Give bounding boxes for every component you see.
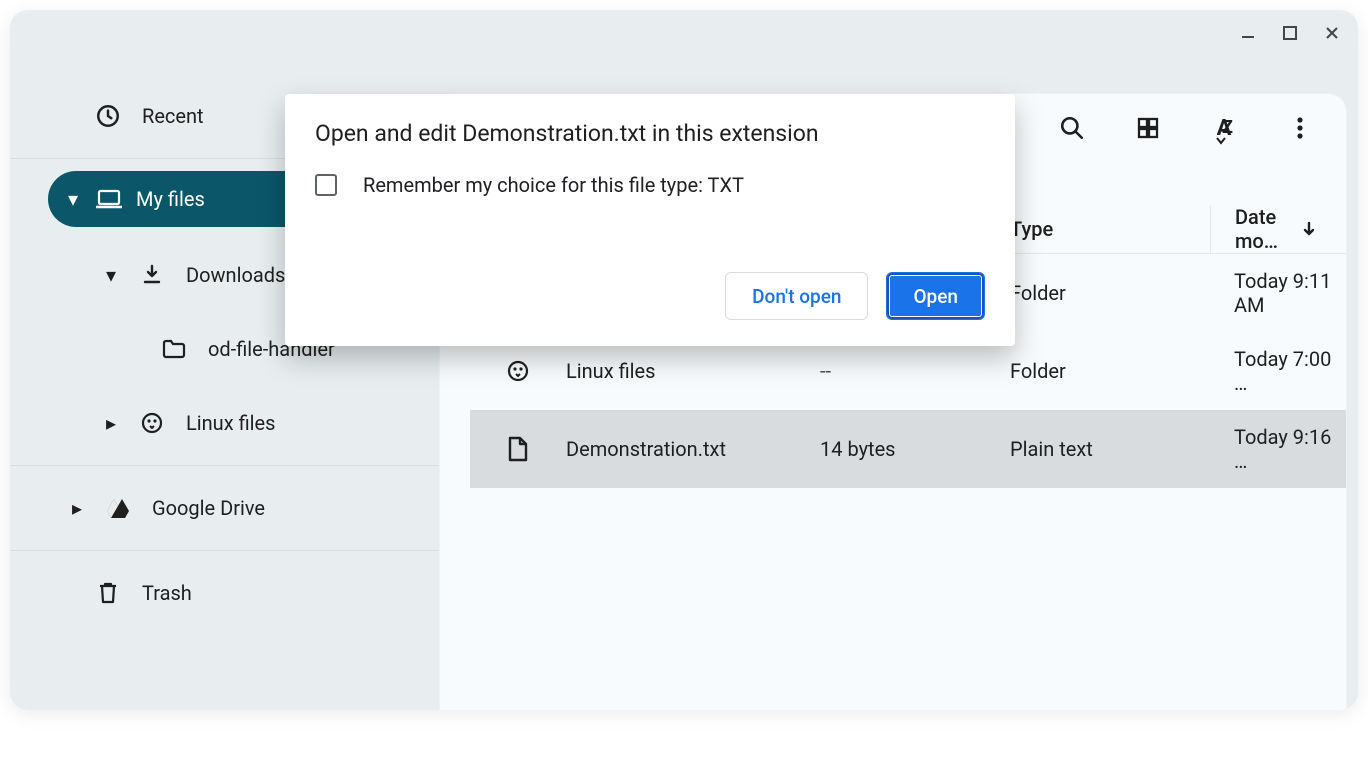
window-titlebar: [10, 10, 1358, 56]
file-icon: [470, 436, 566, 462]
file-date: Today 7:00 …: [1210, 347, 1346, 395]
chevron-right-icon: ▸: [70, 496, 84, 520]
column-date-label: Date mo…: [1235, 205, 1290, 253]
toolbar: AZ: [1058, 114, 1314, 142]
remember-choice-label: Remember my choice for this file type: T…: [363, 173, 744, 197]
dont-open-button[interactable]: Don't open: [725, 272, 868, 320]
sidebar-item-linux-files[interactable]: ▸ Linux files: [10, 393, 440, 453]
sidebar-label: Recent: [142, 104, 204, 128]
table-row[interactable]: Demonstration.txt 14 bytes Plain text To…: [470, 410, 1346, 488]
maximize-button[interactable]: [1282, 25, 1298, 41]
sidebar-label: Linux files: [186, 411, 275, 435]
dialog-buttons: Don't open Open: [725, 272, 985, 320]
checkbox-icon[interactable]: [315, 174, 337, 196]
search-icon[interactable]: [1058, 114, 1086, 142]
more-icon[interactable]: [1286, 114, 1314, 142]
download-icon: [138, 263, 166, 287]
file-date: Today 9:11 AM: [1210, 269, 1346, 317]
linux-icon: [470, 359, 566, 383]
sidebar-divider: [10, 550, 440, 551]
linux-icon: [138, 411, 166, 435]
sidebar-item-trash[interactable]: Trash: [10, 563, 440, 623]
chevron-right-icon: ▸: [104, 411, 118, 435]
open-file-dialog: Open and edit Demonstration.txt in this …: [285, 94, 1015, 346]
trash-icon: [94, 581, 122, 605]
column-date[interactable]: Date mo…: [1210, 205, 1318, 253]
file-type: Folder: [1010, 281, 1210, 305]
remember-choice-row[interactable]: Remember my choice for this file type: T…: [315, 173, 985, 197]
sidebar-label: Downloads: [186, 263, 285, 287]
file-size: --: [820, 359, 1010, 383]
file-type: Plain text: [1010, 437, 1210, 461]
chevron-down-icon: ▾: [104, 263, 118, 287]
sidebar-label: Google Drive: [152, 496, 265, 520]
column-type[interactable]: Type: [1010, 217, 1210, 241]
clock-icon: [94, 103, 122, 129]
sidebar-item-google-drive[interactable]: ▸ Google Drive: [10, 478, 440, 538]
file-type: Folder: [1010, 359, 1210, 383]
chevron-down-icon: ▾: [68, 187, 82, 211]
file-date: Today 9:16 …: [1210, 425, 1346, 473]
open-button[interactable]: Open: [886, 272, 985, 320]
dialog-title: Open and edit Demonstration.txt in this …: [315, 120, 985, 147]
files-app-window: Recent ▾ My files ▾ Downloads: [10, 10, 1358, 710]
sidebar-divider: [10, 465, 440, 466]
file-size: 14 bytes: [820, 437, 1010, 461]
sidebar-label: My files: [136, 187, 205, 211]
google-drive-icon: [104, 497, 132, 519]
file-name: Linux files: [566, 359, 820, 383]
laptop-icon: [96, 189, 122, 209]
grid-view-icon[interactable]: [1134, 114, 1162, 142]
close-button[interactable]: [1324, 25, 1340, 41]
sidebar-label: Trash: [142, 581, 192, 605]
sort-icon[interactable]: AZ: [1210, 114, 1238, 142]
minimize-button[interactable]: [1240, 25, 1256, 41]
sort-arrow-down-icon: [1300, 220, 1318, 238]
file-name: Demonstration.txt: [566, 437, 820, 461]
folder-icon: [160, 338, 188, 360]
